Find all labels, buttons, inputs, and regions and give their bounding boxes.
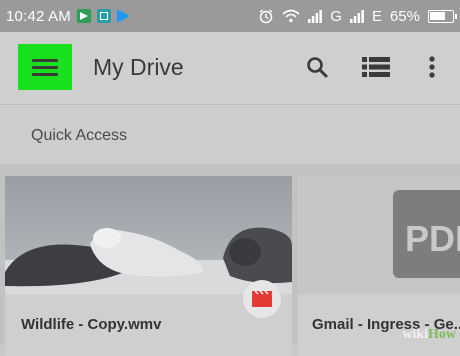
watermark-wiki: wiki [402,327,428,342]
network-type-label: G [330,7,342,25]
battery-icon [428,9,457,23]
wifi-icon [282,9,300,23]
search-button[interactable] [302,52,332,82]
alarm-icon [259,9,273,24]
flag-app-icon [76,9,91,23]
app-bar: My Drive [0,32,460,104]
pdf-icon: PDF [393,190,460,278]
pdf-thumbnail: PDF [298,176,460,294]
more-vert-icon [429,56,435,78]
scanner-app-icon [96,9,111,23]
list-view-icon [362,57,390,77]
quick-access-label: Quick Access [31,127,128,144]
signal-icon-2 [349,10,364,23]
status-bar: 10:42 AM G E 65% [0,0,460,32]
menu-button[interactable] [18,44,72,90]
battery-percent: 65% [389,7,420,25]
status-time: 10:42 AM [6,7,71,25]
video-type-badge [243,280,281,318]
play-store-icon [116,9,130,23]
search-icon [307,57,328,78]
status-indicators: G E 65% [258,0,457,32]
quick-access-cards: Wildlife - Copy.wmv PDF Gmail - Ingress … [0,164,460,356]
list-view-button[interactable] [361,52,391,82]
menu-icon [32,55,58,80]
watermark-how: How [428,327,456,342]
file-name: Wildlife - Copy.wmv [21,316,162,333]
video-thumbnail [5,176,292,294]
page-title: My Drive [93,54,184,80]
quick-access-header: Quick Access [0,104,460,165]
video-icon [252,291,272,307]
signal-icon [308,10,323,23]
more-options-button[interactable] [417,52,447,82]
file-card-wildlife[interactable]: Wildlife - Copy.wmv [5,176,292,356]
data-type-label: E [371,7,382,25]
wikihow-watermark: wikiHow [402,327,456,343]
